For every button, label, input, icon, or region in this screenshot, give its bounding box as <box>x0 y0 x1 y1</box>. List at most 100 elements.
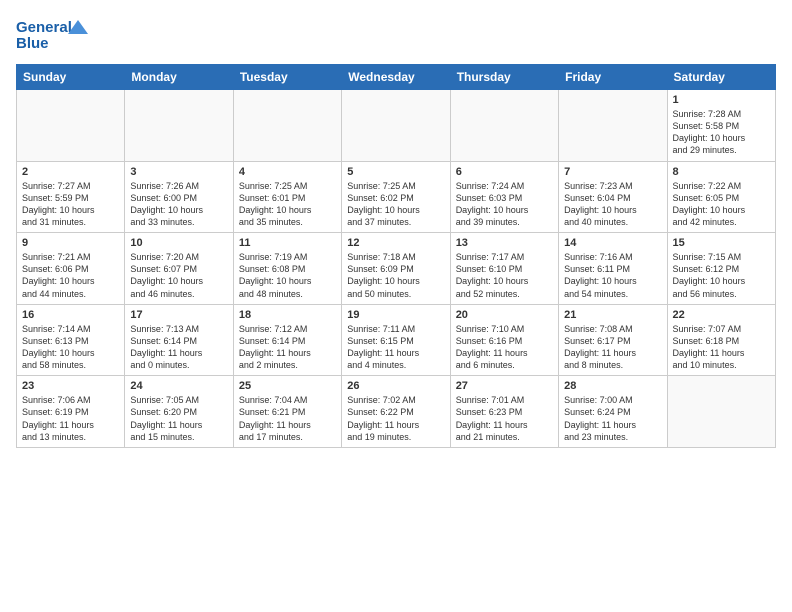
day-cell: 9 Sunrise: 7:21 AM Sunset: 6:06 PM Daylig… <box>17 233 125 305</box>
day-info: Sunrise: 7:23 AM Sunset: 6:04 PM Dayligh… <box>564 180 661 229</box>
day-cell: 28 Sunrise: 7:00 AM Sunset: 6:24 PM Dayli… <box>559 376 667 448</box>
day-info: Sunrise: 7:00 AM Sunset: 6:24 PM Dayligh… <box>564 394 661 443</box>
day-info: Sunrise: 7:10 AM Sunset: 6:16 PM Dayligh… <box>456 323 553 372</box>
week-row-4: 16 Sunrise: 7:14 AM Sunset: 6:13 PM Dayli… <box>17 304 776 376</box>
day-info: Sunrise: 7:01 AM Sunset: 6:23 PM Dayligh… <box>456 394 553 443</box>
day-cell <box>125 90 233 162</box>
col-header-thursday: Thursday <box>450 65 558 90</box>
week-row-2: 2Sunrise: 7:27 AM Sunset: 5:59 PM Daylig… <box>17 161 776 233</box>
day-cell: 17 Sunrise: 7:13 AM Sunset: 6:14 PM Dayli… <box>125 304 233 376</box>
day-cell: 14Sunrise: 7:16 AM Sunset: 6:11 PM Dayli… <box>559 233 667 305</box>
day-number: 20 <box>456 309 553 321</box>
day-info: Sunrise: 7:06 AM Sunset: 6:19 PM Dayligh… <box>22 394 119 443</box>
day-cell: 27 Sunrise: 7:01 AM Sunset: 6:23 PM Dayli… <box>450 376 558 448</box>
day-cell: 11 Sunrise: 7:19 AM Sunset: 6:08 PM Dayli… <box>233 233 341 305</box>
day-info: Sunrise: 7:05 AM Sunset: 6:20 PM Dayligh… <box>130 394 227 443</box>
svg-text:General: General <box>16 19 72 36</box>
day-number: 17 <box>130 309 227 321</box>
day-info: Sunrise: 7:28 AM Sunset: 5:58 PM Dayligh… <box>673 108 770 157</box>
day-number: 9 <box>22 237 119 249</box>
day-number: 28 <box>564 380 661 392</box>
day-number: 27 <box>456 380 553 392</box>
day-info: Sunrise: 7:17 AM Sunset: 6:10 PM Dayligh… <box>456 251 553 300</box>
week-row-5: 23 Sunrise: 7:06 AM Sunset: 6:19 PM Dayli… <box>17 376 776 448</box>
day-number: 2 <box>22 166 119 178</box>
day-number: 23 <box>22 380 119 392</box>
day-cell: 26 Sunrise: 7:02 AM Sunset: 6:22 PM Dayli… <box>342 376 450 448</box>
day-cell: 8 Sunrise: 7:22 AM Sunset: 6:05 PM Daylig… <box>667 161 775 233</box>
logo: General Blue <box>16 16 96 52</box>
day-cell: 6 Sunrise: 7:24 AM Sunset: 6:03 PM Daylig… <box>450 161 558 233</box>
day-cell: 25Sunrise: 7:04 AM Sunset: 6:21 PM Dayli… <box>233 376 341 448</box>
day-cell: 7 Sunrise: 7:23 AM Sunset: 6:04 PM Daylig… <box>559 161 667 233</box>
day-number: 24 <box>130 380 227 392</box>
day-cell: 12Sunrise: 7:18 AM Sunset: 6:09 PM Dayli… <box>342 233 450 305</box>
day-number: 4 <box>239 166 336 178</box>
day-number: 15 <box>673 237 770 249</box>
col-header-wednesday: Wednesday <box>342 65 450 90</box>
day-cell <box>233 90 341 162</box>
day-info: Sunrise: 7:19 AM Sunset: 6:08 PM Dayligh… <box>239 251 336 300</box>
day-info: Sunrise: 7:25 AM Sunset: 6:01 PM Dayligh… <box>239 180 336 229</box>
day-info: Sunrise: 7:24 AM Sunset: 6:03 PM Dayligh… <box>456 180 553 229</box>
day-info: Sunrise: 7:20 AM Sunset: 6:07 PM Dayligh… <box>130 251 227 300</box>
day-number: 26 <box>347 380 444 392</box>
day-cell: 15 Sunrise: 7:15 AM Sunset: 6:12 PM Dayli… <box>667 233 775 305</box>
day-info: Sunrise: 7:08 AM Sunset: 6:17 PM Dayligh… <box>564 323 661 372</box>
day-cell: 3 Sunrise: 7:26 AM Sunset: 6:00 PM Daylig… <box>125 161 233 233</box>
logo-svg: General Blue <box>16 16 96 52</box>
day-info: Sunrise: 7:26 AM Sunset: 6:00 PM Dayligh… <box>130 180 227 229</box>
day-number: 3 <box>130 166 227 178</box>
day-cell <box>450 90 558 162</box>
day-info: Sunrise: 7:14 AM Sunset: 6:13 PM Dayligh… <box>22 323 119 372</box>
day-number: 21 <box>564 309 661 321</box>
calendar-table: SundayMondayTuesdayWednesdayThursdayFrid… <box>16 64 776 448</box>
day-info: Sunrise: 7:12 AM Sunset: 6:14 PM Dayligh… <box>239 323 336 372</box>
day-number: 18 <box>239 309 336 321</box>
day-cell: 20 Sunrise: 7:10 AM Sunset: 6:16 PM Dayli… <box>450 304 558 376</box>
day-number: 1 <box>673 94 770 106</box>
day-info: Sunrise: 7:25 AM Sunset: 6:02 PM Dayligh… <box>347 180 444 229</box>
col-header-monday: Monday <box>125 65 233 90</box>
day-info: Sunrise: 7:15 AM Sunset: 6:12 PM Dayligh… <box>673 251 770 300</box>
day-cell: 5 Sunrise: 7:25 AM Sunset: 6:02 PM Daylig… <box>342 161 450 233</box>
day-cell: 13 Sunrise: 7:17 AM Sunset: 6:10 PM Dayli… <box>450 233 558 305</box>
day-number: 19 <box>347 309 444 321</box>
col-header-tuesday: Tuesday <box>233 65 341 90</box>
day-info: Sunrise: 7:13 AM Sunset: 6:14 PM Dayligh… <box>130 323 227 372</box>
day-number: 10 <box>130 237 227 249</box>
day-number: 6 <box>456 166 553 178</box>
day-number: 5 <box>347 166 444 178</box>
day-number: 14 <box>564 237 661 249</box>
day-cell <box>667 376 775 448</box>
day-number: 16 <box>22 309 119 321</box>
day-info: Sunrise: 7:11 AM Sunset: 6:15 PM Dayligh… <box>347 323 444 372</box>
col-header-sunday: Sunday <box>17 65 125 90</box>
col-header-friday: Friday <box>559 65 667 90</box>
day-info: Sunrise: 7:21 AM Sunset: 6:06 PM Dayligh… <box>22 251 119 300</box>
day-cell: 18 Sunrise: 7:12 AM Sunset: 6:14 PM Dayli… <box>233 304 341 376</box>
day-info: Sunrise: 7:02 AM Sunset: 6:22 PM Dayligh… <box>347 394 444 443</box>
day-number: 11 <box>239 237 336 249</box>
calendar-header-row: SundayMondayTuesdayWednesdayThursdayFrid… <box>17 65 776 90</box>
day-cell: 23 Sunrise: 7:06 AM Sunset: 6:19 PM Dayli… <box>17 376 125 448</box>
day-number: 12 <box>347 237 444 249</box>
day-cell: 10 Sunrise: 7:20 AM Sunset: 6:07 PM Dayli… <box>125 233 233 305</box>
day-number: 22 <box>673 309 770 321</box>
week-row-1: 1 Sunrise: 7:28 AM Sunset: 5:58 PM Daylig… <box>17 90 776 162</box>
day-cell: 21 Sunrise: 7:08 AM Sunset: 6:17 PM Dayli… <box>559 304 667 376</box>
day-cell <box>559 90 667 162</box>
day-info: Sunrise: 7:07 AM Sunset: 6:18 PM Dayligh… <box>673 323 770 372</box>
page-header: General Blue <box>16 16 776 52</box>
day-info: Sunrise: 7:22 AM Sunset: 6:05 PM Dayligh… <box>673 180 770 229</box>
day-cell: 24 Sunrise: 7:05 AM Sunset: 6:20 PM Dayli… <box>125 376 233 448</box>
day-number: 8 <box>673 166 770 178</box>
day-number: 7 <box>564 166 661 178</box>
day-cell: 2Sunrise: 7:27 AM Sunset: 5:59 PM Daylig… <box>17 161 125 233</box>
day-cell: 1 Sunrise: 7:28 AM Sunset: 5:58 PM Daylig… <box>667 90 775 162</box>
day-info: Sunrise: 7:04 AM Sunset: 6:21 PM Dayligh… <box>239 394 336 443</box>
week-row-3: 9 Sunrise: 7:21 AM Sunset: 6:06 PM Daylig… <box>17 233 776 305</box>
day-cell <box>342 90 450 162</box>
day-number: 13 <box>456 237 553 249</box>
svg-text:Blue: Blue <box>16 35 49 52</box>
